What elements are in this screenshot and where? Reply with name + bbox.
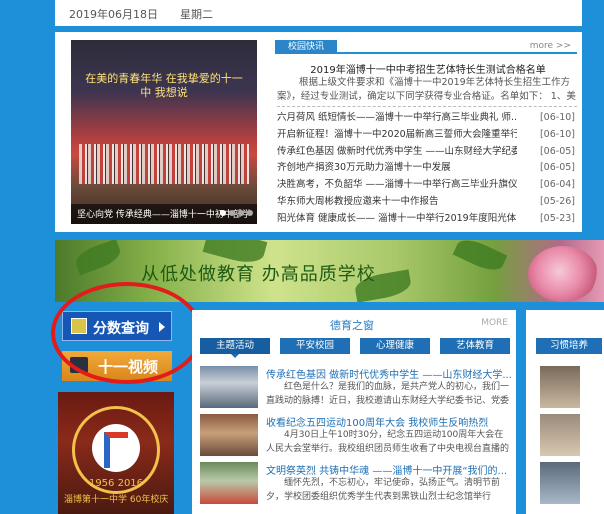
tab-theme-activity[interactable]: 主题活动 <box>200 338 270 354</box>
active-tab-pointer <box>231 354 239 358</box>
tab-arts-sports[interactable]: 艺体教育 <box>440 338 510 354</box>
news-item-date: [06-05] <box>539 162 575 174</box>
news-more-link[interactable]: more >> <box>530 41 571 51</box>
news-headline[interactable]: 2019年淄博十一中中考招生艺体特长生测试合格名单 <box>277 61 579 76</box>
news-item-title[interactable]: 阳光体育 健康成长—— 淄博十一中举行2019年度阳光体育节... <box>277 211 517 228</box>
slide-dot[interactable] <box>238 210 244 216</box>
news-item-date: [05-26] <box>539 195 575 207</box>
tab-safe-campus[interactable]: 平安校园 <box>280 338 350 354</box>
article-excerpt: 4月30日上午10时30分，纪念五四运动100周年大会在人民大会堂举行。我校组织… <box>266 430 510 454</box>
article-excerpt: 红色是什么？是我们的血脉，是共产党人的初心，我们一直践动的脉搏！近日，我校邀请山… <box>266 382 510 406</box>
article-thumbnail[interactable] <box>200 414 258 456</box>
school-video-button[interactable]: 十一视频 <box>62 351 172 381</box>
habit-panel: 习惯培养 <box>526 310 604 514</box>
slide-choir-image <box>79 144 249 184</box>
news-item-title[interactable]: 齐创地产捐资30万元助力淄博十一中发展 <box>277 160 517 177</box>
school-logo-icon <box>92 424 140 472</box>
habit-thumbnail[interactable] <box>540 366 580 408</box>
news-item-date: [06-05] <box>539 145 575 157</box>
panel-more-link[interactable]: MORE <box>481 318 508 328</box>
news-item-title[interactable]: 开启新征程！淄博十一中2020届新高三誓师大会隆重举行！ <box>277 127 517 144</box>
anniversary-years: 1956 2016 <box>88 478 144 489</box>
slide-photo <box>71 40 257 224</box>
news-item-date: [06-10] <box>539 112 575 123</box>
news-item-date: [06-04] <box>539 179 575 191</box>
flower-decoration <box>528 246 598 302</box>
panel-title: 德育之窗 <box>330 319 374 332</box>
score-query-label: 分数查询 <box>93 321 149 337</box>
news-header: 校园快讯 more >> <box>275 40 577 54</box>
slide-dot[interactable] <box>229 210 235 216</box>
leaf-decoration <box>452 240 508 276</box>
news-summary: 根据上级文件要求和《淄博十一中2019年艺体特长生招生工作方案》，经过专业测试，… <box>277 77 576 102</box>
tab-mental-health[interactable]: 心理健康 <box>360 338 430 354</box>
anniversary-text: 淄博第十一中学 60年校庆 <box>64 495 168 505</box>
article-title[interactable]: 文明祭英烈 共铸中华魂 ——淄博十一中开展“我们的... <box>266 462 512 477</box>
school-video-label: 十一视频 <box>98 358 159 376</box>
habit-thumbnail[interactable] <box>540 414 580 456</box>
school-slogan: 从低处做教育 办高品质学校 <box>141 264 376 285</box>
slide-pager <box>217 206 253 219</box>
news-list-item[interactable]: 传承红色基因 做新时代优秀中学生 ——山东财经大学纪委书... [06-05] <box>277 144 579 161</box>
news-item-title[interactable]: 传承红色基因 做新时代优秀中学生 ——山东财经大学纪委书... <box>277 144 517 161</box>
slide-banner-text: 在美的青春年华 在我挚爱的十一中 我想说 <box>85 72 243 99</box>
news-list-item[interactable]: 阳光体育 健康成长—— 淄博十一中举行2019年度阳光体育节... [05-23] <box>277 211 579 228</box>
news-item-date: [06-10] <box>539 128 575 140</box>
moral-article[interactable]: 传承红色基因 做新时代优秀中学生 ——山东财经大学... 红色是什么？是我们的血… <box>200 366 512 412</box>
news-item-title[interactable]: 六月荷风 纸短情长——淄博十一中举行高三毕业典礼 师... <box>277 110 517 127</box>
slide-dot[interactable] <box>247 210 253 216</box>
campus-news-section: 在美的青春年华 在我挚爱的十一中 我想说 坚心向党 传承经典——淄博十一中初中部… <box>55 32 582 232</box>
moral-education-panel: 德育之窗 MORE 主题活动 平安校园 心理健康 艺体教育 传承红色基因 做新时… <box>192 310 516 514</box>
slogan-banner: 从低处做教育 办高品质学校 <box>55 240 604 302</box>
news-list-item[interactable]: 开启新征程！淄博十一中2020届新高三誓师大会隆重举行！ [06-10] <box>277 127 579 144</box>
news-list: 六月荷风 纸短情长——淄博十一中举行高三毕业典礼 师... [06-10] 开启新… <box>277 110 579 228</box>
current-weekday: 星期二 <box>180 8 213 21</box>
article-title[interactable]: 传承红色基因 做新时代优秀中学生 ——山东财经大学... <box>266 366 512 381</box>
tab-habit-training[interactable]: 习惯培养 <box>536 338 602 354</box>
news-list-item[interactable]: 六月荷风 纸短情长——淄博十一中举行高三毕业典礼 师... [06-10] <box>277 110 579 127</box>
score-query-button[interactable]: 分数查询 <box>62 311 172 341</box>
news-list-item[interactable]: 华东师大周彬教授应邀来十一中作报告 [05-26] <box>277 194 579 211</box>
news-item-date: [05-23] <box>539 212 575 224</box>
date-bar: 2019年06月18日 星期二 <box>55 0 582 26</box>
moral-article[interactable]: 收看纪念五四运动100周年大会 我校师生反响热烈 4月30日上午10时30分，纪… <box>200 414 512 460</box>
slide-dot[interactable] <box>220 210 226 216</box>
habit-thumbnail[interactable] <box>540 462 580 504</box>
article-excerpt: 缅怀先烈，不忘初心，牢记使命，弘扬正气。清明节前夕，学校团委组织优秀学生代表到黑… <box>266 478 501 502</box>
arrow-right-icon <box>159 322 165 332</box>
current-date: 2019年06月18日 <box>69 8 158 21</box>
leaf-decoration <box>72 240 124 276</box>
news-list-item[interactable]: 齐创地产捐资30万元助力淄博十一中发展 [06-05] <box>277 160 579 177</box>
query-icon <box>71 318 87 334</box>
article-title[interactable]: 收看纪念五四运动100周年大会 我校师生反响热烈 <box>266 414 512 429</box>
moral-article[interactable]: 文明祭英烈 共铸中华魂 ——淄博十一中开展“我们的... 缅怀先烈，不忘初心，牢… <box>200 462 512 508</box>
video-icon <box>70 357 88 373</box>
news-divider <box>277 106 577 107</box>
article-thumbnail[interactable] <box>200 366 258 408</box>
anniversary-poster[interactable]: 1956 2016 淄博第十一中学 60年校庆 <box>58 392 174 514</box>
news-item-title[interactable]: 决胜高考，不负韶华 ——淄博十一中举行高三毕业升旗仪式 <box>277 177 517 194</box>
tab-campus-news[interactable]: 校园快讯 <box>275 40 337 54</box>
news-item-title[interactable]: 华东师大周彬教授应邀来十一中作报告 <box>277 194 517 211</box>
news-slideshow[interactable]: 在美的青春年华 在我挚爱的十一中 我想说 坚心向党 传承经典——淄博十一中初中部… <box>71 40 257 224</box>
article-thumbnail[interactable] <box>200 462 258 504</box>
moral-tabs: 主题活动 平安校园 心理健康 艺体教育 <box>200 338 510 358</box>
news-list-item[interactable]: 决胜高考，不负韶华 ——淄博十一中举行高三毕业升旗仪式 [06-04] <box>277 177 579 194</box>
